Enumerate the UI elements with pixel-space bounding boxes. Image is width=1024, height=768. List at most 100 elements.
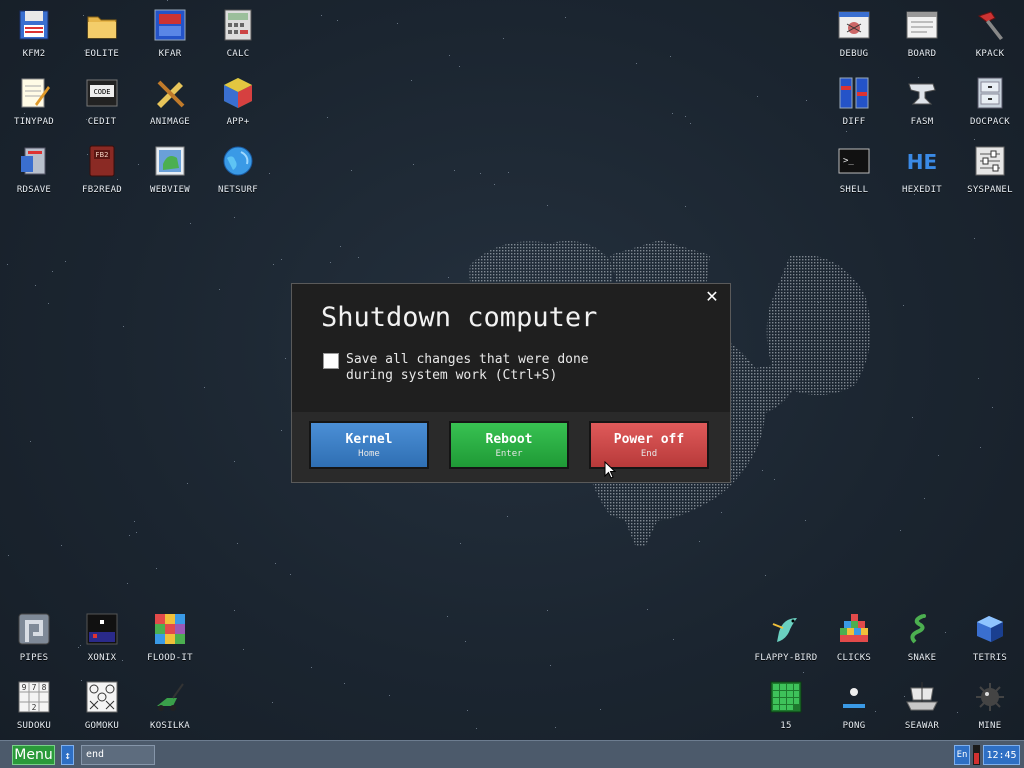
star bbox=[974, 238, 975, 239]
save-changes-checkbox[interactable] bbox=[323, 353, 339, 369]
star bbox=[503, 38, 504, 39]
star bbox=[672, 113, 673, 114]
desktop-icon-pipes[interactable]: PIPES bbox=[0, 604, 68, 672]
desktop-icon-xonix[interactable]: XONIX bbox=[68, 604, 136, 672]
desktop-icon-webview[interactable]: WEBVIEW bbox=[136, 136, 204, 204]
desktop-icon-seawar[interactable]: SEAWAR bbox=[888, 672, 956, 740]
kernel-button-hotkey: Home bbox=[358, 448, 380, 459]
desktop-icon-label: CEDIT bbox=[87, 117, 117, 127]
star bbox=[204, 387, 205, 388]
desktop-icon-15[interactable]: 15 bbox=[752, 672, 820, 740]
desktop-icon-syspanel[interactable]: SYSPANEL bbox=[956, 136, 1024, 204]
swap-icon[interactable]: ↕ bbox=[61, 745, 74, 765]
desktop-icon-label: XONIX bbox=[87, 653, 117, 663]
bird-icon bbox=[769, 612, 803, 646]
desktop-icon-tetris[interactable]: TETRIS bbox=[956, 604, 1024, 672]
desktop-icon-label: TETRIS bbox=[972, 653, 1008, 663]
desktop-icon-rdsave[interactable]: RDSAVE bbox=[0, 136, 68, 204]
desktop-icon-label: FLOOD-IT bbox=[147, 653, 193, 663]
map-icon bbox=[153, 144, 187, 178]
cpu-load-indicator bbox=[973, 745, 980, 765]
desktop-icon-label: CALC bbox=[226, 49, 250, 59]
floppy-icon bbox=[17, 8, 51, 42]
star bbox=[494, 184, 495, 185]
desktop-icon-sudoku[interactable]: 9 7 8 2 SUDOKU bbox=[0, 672, 68, 740]
star bbox=[190, 223, 191, 224]
reboot-button-label: Reboot bbox=[485, 431, 533, 447]
star bbox=[413, 164, 414, 165]
svg-text:FB2: FB2 bbox=[95, 151, 108, 159]
star bbox=[467, 710, 468, 711]
star bbox=[219, 289, 220, 290]
desktop-icon-animage[interactable]: ANIMAGE bbox=[136, 68, 204, 136]
taskbar-window-button[interactable]: end bbox=[81, 745, 155, 765]
desktop-icon-flappy-bird[interactable]: FLAPPY-BIRD bbox=[752, 604, 820, 672]
desktop-icon-clicks[interactable]: CLICKS bbox=[820, 604, 888, 672]
star bbox=[272, 702, 273, 703]
svg-text:2: 2 bbox=[32, 703, 37, 712]
star bbox=[397, 23, 398, 24]
star bbox=[8, 555, 9, 556]
desktop-icon-label: SEAWAR bbox=[904, 721, 940, 731]
star bbox=[65, 261, 66, 262]
kfar-icon bbox=[153, 8, 187, 42]
desktop-icon-label: DOCPACK bbox=[969, 117, 1011, 127]
star bbox=[187, 483, 188, 484]
clock[interactable]: 12:45 bbox=[983, 745, 1020, 765]
star bbox=[555, 727, 556, 728]
desktop-icon-diff[interactable]: DIFF bbox=[820, 68, 888, 136]
star bbox=[765, 575, 766, 576]
star bbox=[547, 205, 548, 206]
star bbox=[900, 530, 901, 531]
desktop-icon-kpack[interactable]: KPACK bbox=[956, 0, 1024, 68]
star bbox=[476, 728, 477, 729]
desktop-icon-label: FLAPPY-BIRD bbox=[754, 653, 818, 663]
kernel-button[interactable]: Kernel Home bbox=[309, 421, 429, 469]
star bbox=[237, 543, 238, 544]
star bbox=[234, 461, 235, 462]
desktop-icon-eolite[interactable]: EOLITE bbox=[68, 0, 136, 68]
mine-icon bbox=[973, 680, 1007, 714]
desktop-icon-label: APP+ bbox=[226, 117, 250, 127]
hammer-icon bbox=[973, 8, 1007, 42]
desktop-icon-board[interactable]: BOARD bbox=[888, 0, 956, 68]
star bbox=[924, 498, 925, 499]
star bbox=[311, 667, 312, 668]
desktop-icon-flood-it[interactable]: FLOOD-IT bbox=[136, 604, 204, 672]
desktop-icon-kosilka[interactable]: KOSILKA bbox=[136, 672, 204, 740]
shutdown-dialog: Shutdown computer ✕ Save all changes tha… bbox=[291, 283, 731, 483]
star bbox=[447, 616, 448, 617]
ship-icon bbox=[905, 680, 939, 714]
reboot-button[interactable]: Reboot Enter bbox=[449, 421, 569, 469]
desktop-icon-fb2read[interactable]: FB2 FB2READ bbox=[68, 136, 136, 204]
globe-icon bbox=[221, 144, 255, 178]
code-editor-icon: CODE bbox=[85, 76, 119, 110]
star bbox=[903, 305, 904, 306]
close-icon[interactable]: ✕ bbox=[704, 288, 720, 306]
desktop-icon-shell[interactable]: >_ SHELL bbox=[820, 136, 888, 204]
desktop-icon-calc[interactable]: CALC bbox=[204, 0, 272, 68]
star bbox=[358, 257, 359, 258]
menu-button[interactable]: Menu bbox=[12, 745, 55, 765]
desktop-icon-fasm[interactable]: FASM bbox=[888, 68, 956, 136]
desktop-icon-snake[interactable]: SNAKE bbox=[888, 604, 956, 672]
desktop-icon-app-[interactable]: APP+ bbox=[204, 68, 272, 136]
desktop-icon-netsurf[interactable]: NETSURF bbox=[204, 136, 272, 204]
desktop-icon-hexedit[interactable]: HE HEXEDIT bbox=[888, 136, 956, 204]
desktop-icon-cedit[interactable]: CODE CEDIT bbox=[68, 68, 136, 136]
language-indicator[interactable]: En bbox=[954, 745, 970, 765]
desktop-icon-label: DIFF bbox=[842, 117, 866, 127]
desktop-icon-label: FB2READ bbox=[81, 185, 123, 195]
desktop-icon-kfar[interactable]: KFAR bbox=[136, 0, 204, 68]
desktop-icon-kfm2[interactable]: KFM2 bbox=[0, 0, 68, 68]
desktop-icon-docpack[interactable]: DOCPACK bbox=[956, 68, 1024, 136]
calculator-icon bbox=[221, 8, 255, 42]
book-icon: FB2 bbox=[85, 144, 119, 178]
desktop-icon-debug[interactable]: DEBUG bbox=[820, 0, 888, 68]
snake-icon bbox=[905, 612, 939, 646]
desktop-icon-pong[interactable]: PONG bbox=[820, 672, 888, 740]
desktop-icon-mine[interactable]: MINE bbox=[956, 672, 1024, 740]
desktop-icon-tinypad[interactable]: TINYPAD bbox=[0, 68, 68, 136]
diff-icon bbox=[837, 76, 871, 110]
desktop-icon-gomoku[interactable]: GOMOKU bbox=[68, 672, 136, 740]
